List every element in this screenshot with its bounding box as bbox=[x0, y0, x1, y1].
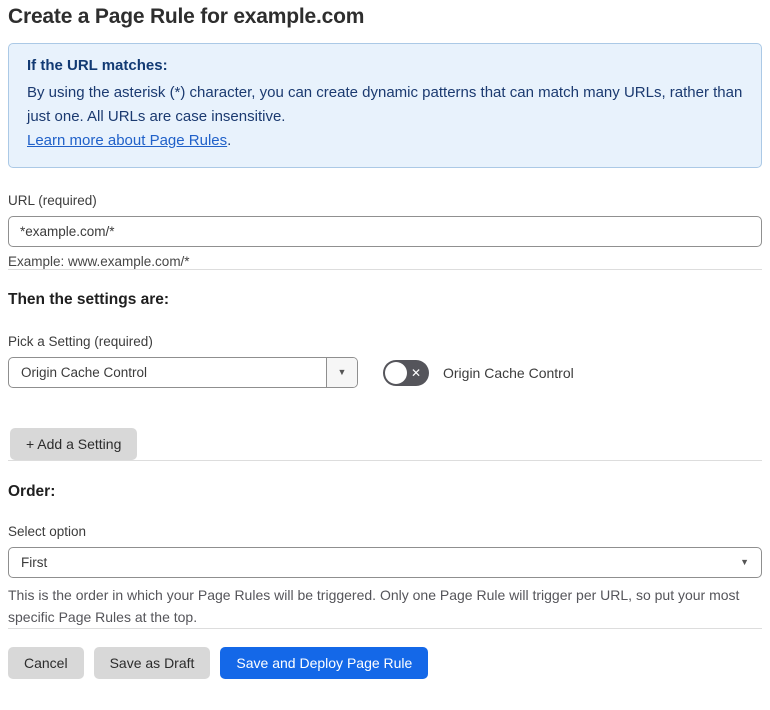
info-box-text: By using the asterisk (*) character, you… bbox=[27, 84, 743, 125]
order-select[interactable]: First ▼ bbox=[8, 547, 762, 578]
save-as-draft-button[interactable]: Save as Draft bbox=[93, 647, 211, 679]
learn-more-link[interactable]: Learn more about Page Rules bbox=[27, 132, 227, 149]
order-select-value: First bbox=[21, 555, 48, 570]
pick-setting-label: Pick a Setting (required) bbox=[8, 334, 153, 349]
divider bbox=[8, 269, 762, 270]
setting-select[interactable]: Origin Cache Control ▼ bbox=[8, 357, 358, 388]
toggle-knob bbox=[385, 361, 407, 384]
order-select-label: Select option bbox=[8, 524, 87, 539]
url-example-helper: Example: www.example.com/* bbox=[8, 254, 190, 269]
footer-actions: Cancel Save as Draft Save and Deploy Pag… bbox=[8, 647, 762, 679]
order-section-heading: Order: bbox=[8, 483, 56, 500]
settings-section-heading: Then the settings are: bbox=[8, 291, 170, 308]
page-rule-form: Create a Page Rule for example.com If th… bbox=[0, 0, 770, 679]
order-helper-text: This is the order in which your Page Rul… bbox=[8, 587, 740, 625]
toggle-off-icon: ✕ bbox=[410, 365, 421, 380]
chevron-down-icon: ▼ bbox=[740, 557, 749, 567]
setting-select-value: Origin Cache Control bbox=[21, 365, 148, 380]
add-setting-button[interactable]: + Add a Setting bbox=[10, 428, 138, 460]
link-suffix: . bbox=[227, 132, 232, 149]
url-match-info-box: If the URL matches: By using the asteris… bbox=[8, 43, 762, 168]
chevron-down-icon: ▼ bbox=[337, 367, 347, 377]
info-box-body: By using the asterisk (*) character, you… bbox=[27, 81, 743, 153]
setting-toggle-label: Origin Cache Control bbox=[443, 364, 574, 381]
divider bbox=[8, 460, 762, 461]
url-field-label: URL (required) bbox=[8, 193, 97, 208]
cancel-button[interactable]: Cancel bbox=[8, 647, 84, 679]
save-and-deploy-button[interactable]: Save and Deploy Page Rule bbox=[220, 647, 429, 679]
page-title: Create a Page Rule for example.com bbox=[8, 5, 365, 28]
setting-row: Origin Cache Control ▼ ✕ Origin Cache Co… bbox=[8, 357, 762, 388]
setting-select-caret-button[interactable]: ▼ bbox=[326, 358, 357, 387]
divider bbox=[8, 628, 762, 629]
origin-cache-control-toggle[interactable]: ✕ bbox=[383, 359, 429, 386]
info-box-heading: If the URL matches: bbox=[27, 57, 168, 74]
url-input[interactable] bbox=[8, 216, 762, 247]
